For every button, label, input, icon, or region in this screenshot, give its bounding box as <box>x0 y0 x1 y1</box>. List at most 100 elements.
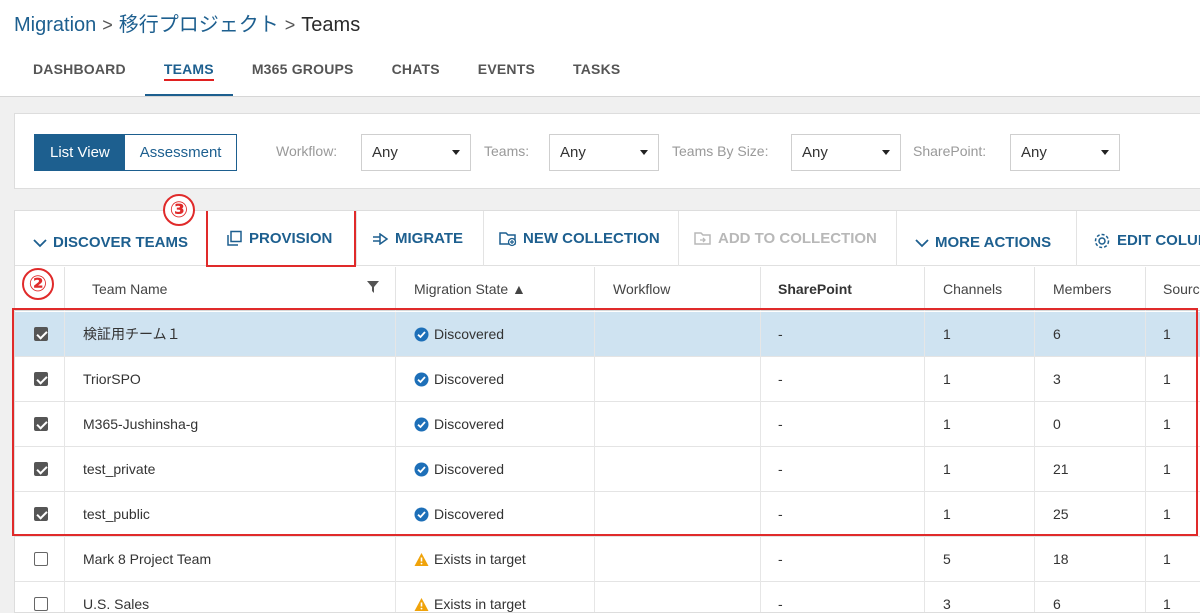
column-divider <box>395 537 396 582</box>
tab-chats[interactable]: CHATS <box>373 54 459 96</box>
migrate-arrow-icon <box>373 232 389 245</box>
chevron-right-icon: > <box>102 15 113 35</box>
breadcrumb-project[interactable]: 移行プロジェクト <box>119 14 279 36</box>
toolbar-divider <box>483 211 484 266</box>
new-collection-label: NEW COLLECTION <box>523 230 660 247</box>
column-divider <box>924 582 925 612</box>
warning-icon <box>414 598 429 611</box>
column-header-migration-state[interactable]: Migration State ▲ <box>414 267 526 311</box>
sharepoint-filter-label: SharePoint: <box>913 143 987 159</box>
column-divider <box>64 537 65 582</box>
breadcrumb: Migration > 移行プロジェクト > Teams <box>14 8 360 37</box>
column-divider <box>395 267 396 311</box>
column-divider <box>64 267 65 311</box>
filter-funnel-icon[interactable] <box>367 281 379 293</box>
migration-state-label: Exists in target <box>434 596 526 612</box>
sharepoint-filter-value: Any <box>1021 144 1047 161</box>
new-collection-button[interactable]: NEW COLLECTION <box>499 211 660 266</box>
action-toolbar: DISCOVER TEAMS PROVISION MIGRATE NEW COL… <box>15 211 1200 266</box>
chevron-right-icon: > <box>284 15 296 35</box>
table-row[interactable]: U.S. Sales Exists in target - 3 6 1 <box>15 582 1200 612</box>
teams-by-size-filter-value: Any <box>802 144 828 161</box>
column-divider <box>594 582 595 612</box>
toolbar-divider <box>678 211 679 266</box>
column-header-members[interactable]: Members <box>1053 267 1111 311</box>
more-actions-button[interactable]: MORE ACTIONS <box>915 215 1051 270</box>
column-divider <box>924 537 925 582</box>
tab-m365-groups[interactable]: M365 GROUPS <box>233 54 373 96</box>
discover-teams-button[interactable]: DISCOVER TEAMS <box>33 215 188 270</box>
tab-dashboard[interactable]: DASHBOARD <box>14 54 145 96</box>
teams-by-size-filter-select[interactable]: Any <box>791 134 901 171</box>
sharepoint-cell: - <box>778 596 783 612</box>
provision-highlight-box <box>206 211 356 267</box>
workflow-filter-label: Workflow: <box>276 143 338 159</box>
workflow-filter-select[interactable]: Any <box>361 134 471 171</box>
team-name-cell: U.S. Sales <box>83 596 150 612</box>
column-divider <box>64 582 65 612</box>
column-divider <box>924 267 925 311</box>
column-divider <box>395 582 396 612</box>
assessment-button[interactable]: Assessment <box>124 135 237 170</box>
members-cell: 6 <box>1053 596 1061 612</box>
edit-columns-button[interactable]: EDIT COLUMNS <box>1093 213 1200 268</box>
source-cell: 1 <box>1163 596 1171 612</box>
migration-state-label: Exists in target <box>434 551 526 567</box>
column-header-sharepoint[interactable]: SharePoint <box>778 267 852 311</box>
caret-down-icon <box>1101 150 1109 155</box>
more-actions-label: MORE ACTIONS <box>935 234 1052 251</box>
warning-icon <box>414 553 429 566</box>
list-view-button[interactable]: List View <box>35 135 125 170</box>
caret-down-icon <box>640 150 648 155</box>
column-header-team-name[interactable]: Team Name <box>92 267 167 311</box>
migrate-label: MIGRATE <box>395 230 464 247</box>
column-header-channels[interactable]: Channels <box>943 267 1002 311</box>
edit-columns-label: EDIT COLUMNS <box>1117 232 1200 249</box>
selected-rows-highlight-box <box>12 308 1198 536</box>
migration-state-cell: Exists in target <box>414 582 526 612</box>
add-to-collection-button[interactable]: ADD TO COLLECTION <box>694 211 877 266</box>
column-divider <box>1034 582 1035 612</box>
toolbar-divider <box>1076 211 1077 266</box>
channels-cell: 5 <box>943 551 951 567</box>
add-to-collection-label: ADD TO COLLECTION <box>718 230 877 247</box>
team-name-cell: Mark 8 Project Team <box>83 551 212 567</box>
toolbar-divider <box>356 211 357 266</box>
breadcrumb-current: Teams <box>301 14 361 36</box>
tab-tasks[interactable]: TASKS <box>554 54 639 96</box>
gear-icon <box>1094 233 1110 248</box>
column-header-source[interactable]: Source <box>1163 267 1200 311</box>
sharepoint-cell: - <box>778 551 783 567</box>
column-divider <box>760 537 761 582</box>
caret-down-icon <box>452 150 460 155</box>
row-checkbox[interactable] <box>34 597 48 611</box>
column-divider <box>760 267 761 311</box>
tab-teams[interactable]: TEAMS <box>144 54 233 96</box>
migrate-button[interactable]: MIGRATE <box>372 211 463 266</box>
column-divider <box>760 582 761 612</box>
migration-state-cell: Exists in target <box>414 537 526 582</box>
column-divider <box>1145 537 1146 582</box>
column-divider <box>1145 267 1146 311</box>
workflow-filter-value: Any <box>372 144 398 161</box>
teams-filter-select[interactable]: Any <box>549 134 659 171</box>
column-divider <box>594 267 595 311</box>
teams-filter-value: Any <box>560 144 586 161</box>
column-divider <box>1034 267 1035 311</box>
teams-by-size-filter-label: Teams By Size: <box>672 143 769 159</box>
sharepoint-filter-select[interactable]: Any <box>1010 134 1120 171</box>
row-checkbox[interactable] <box>34 552 48 566</box>
column-header-workflow[interactable]: Workflow <box>613 267 670 311</box>
page-header: Migration > 移行プロジェクト > Teams DASHBOARD TEAMS… <box>0 0 1200 97</box>
breadcrumb-migration[interactable]: Migration <box>14 14 96 36</box>
column-divider <box>1034 537 1035 582</box>
column-divider <box>594 537 595 582</box>
chevron-down-icon <box>915 238 929 247</box>
channels-cell: 3 <box>943 596 951 612</box>
view-toggle: List View Assessment <box>34 134 238 171</box>
column-divider <box>1145 582 1146 612</box>
table-row[interactable]: Mark 8 Project Team Exists in target - 5 18 1 <box>15 537 1200 582</box>
annotation-step-2: ② <box>22 268 54 300</box>
tab-events[interactable]: EVENTS <box>459 54 554 96</box>
add-to-collection-icon <box>694 232 711 245</box>
